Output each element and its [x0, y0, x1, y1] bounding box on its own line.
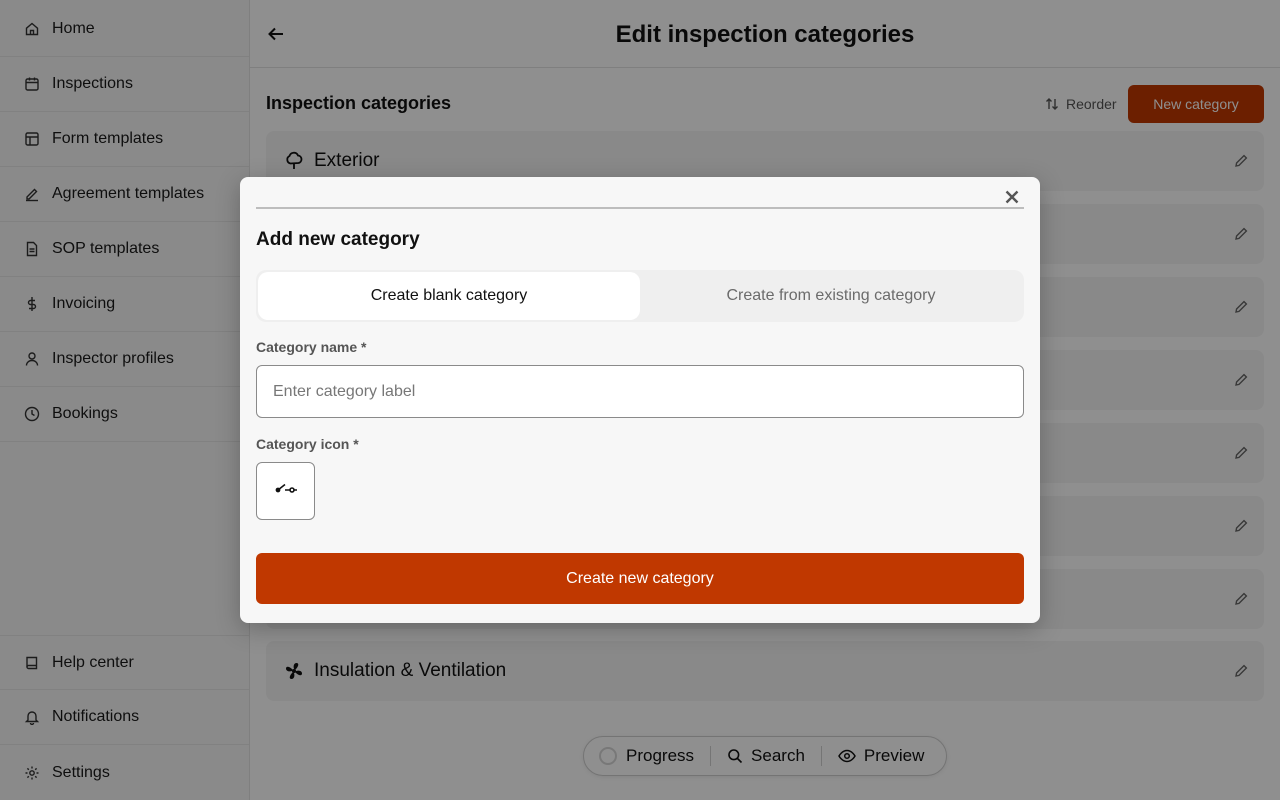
category-icon-label: Category icon *: [256, 436, 359, 452]
category-name-input[interactable]: [256, 365, 1024, 418]
modal-divider: [256, 207, 1024, 209]
close-icon[interactable]: [1000, 185, 1024, 209]
add-category-modal: Add new category Create blank category C…: [240, 177, 1040, 623]
switch-icon: [274, 482, 298, 501]
tab-create-from-existing[interactable]: Create from existing category: [640, 272, 1022, 320]
modal-title: Add new category: [256, 229, 420, 250]
category-icon-picker[interactable]: [256, 462, 315, 520]
tab-create-blank[interactable]: Create blank category: [258, 272, 640, 320]
category-name-label: Category name *: [256, 339, 367, 355]
create-new-category-button[interactable]: Create new category: [256, 553, 1024, 604]
create-mode-tabs: Create blank category Create from existi…: [256, 270, 1024, 322]
